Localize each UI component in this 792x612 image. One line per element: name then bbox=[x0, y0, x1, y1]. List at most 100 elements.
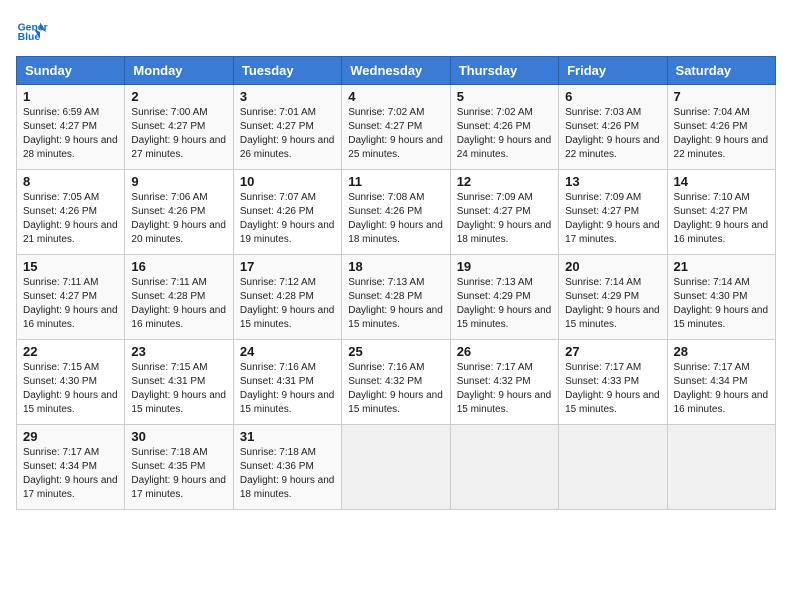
calendar-cell: 19 Sunrise: 7:13 AMSunset: 4:29 PMDayligh… bbox=[450, 255, 558, 340]
day-info: Sunrise: 7:18 AMSunset: 4:36 PMDaylight:… bbox=[240, 446, 335, 502]
calendar-cell: 9 Sunrise: 7:06 AMSunset: 4:26 PMDaylight… bbox=[125, 170, 233, 255]
day-info: Sunrise: 7:00 AMSunset: 4:27 PMDaylight:… bbox=[131, 106, 226, 162]
day-number: 24 bbox=[240, 344, 335, 359]
calendar-cell: 20 Sunrise: 7:14 AMSunset: 4:29 PMDayligh… bbox=[559, 255, 667, 340]
calendar-cell: 17 Sunrise: 7:12 AMSunset: 4:28 PMDayligh… bbox=[233, 255, 341, 340]
day-info: Sunrise: 7:10 AMSunset: 4:27 PMDaylight:… bbox=[674, 191, 769, 247]
day-info: Sunrise: 7:16 AMSunset: 4:31 PMDaylight:… bbox=[240, 361, 335, 417]
calendar-cell: 28 Sunrise: 7:17 AMSunset: 4:34 PMDayligh… bbox=[667, 340, 775, 425]
header-cell-tuesday: Tuesday bbox=[233, 57, 341, 85]
calendar-cell: 15Sunrise: 7:11 AMSunset: 4:27 PMDayligh… bbox=[17, 255, 125, 340]
day-info: Sunrise: 7:18 AMSunset: 4:35 PMDaylight:… bbox=[131, 446, 226, 502]
calendar-cell: 26 Sunrise: 7:17 AMSunset: 4:32 PMDayligh… bbox=[450, 340, 558, 425]
calendar-week-4: 22 Sunrise: 7:15 AMSunset: 4:30 PMDayligh… bbox=[17, 340, 776, 425]
day-number: 6 bbox=[565, 89, 660, 104]
day-info: Sunrise: 7:15 AMSunset: 4:30 PMDaylight:… bbox=[23, 361, 118, 417]
calendar-cell: 8 Sunrise: 7:05 AMSunset: 4:26 PMDaylight… bbox=[17, 170, 125, 255]
day-info: Sunrise: 7:17 AMSunset: 4:34 PMDaylight:… bbox=[674, 361, 769, 417]
calendar-week-2: 8 Sunrise: 7:05 AMSunset: 4:26 PMDaylight… bbox=[17, 170, 776, 255]
day-info: Sunrise: 7:16 AMSunset: 4:32 PMDaylight:… bbox=[348, 361, 443, 417]
day-info: Sunrise: 7:14 AMSunset: 4:29 PMDaylight:… bbox=[565, 276, 660, 332]
calendar-cell bbox=[342, 425, 450, 510]
logo-icon: General Blue bbox=[16, 16, 48, 48]
day-number: 16 bbox=[131, 259, 226, 274]
calendar-week-1: 1Sunrise: 6:59 AMSunset: 4:27 PMDaylight… bbox=[17, 85, 776, 170]
day-number: 25 bbox=[348, 344, 443, 359]
calendar-cell: 5 Sunrise: 7:02 AMSunset: 4:26 PMDaylight… bbox=[450, 85, 558, 170]
day-number: 4 bbox=[348, 89, 443, 104]
calendar-cell: 3Sunrise: 7:01 AMSunset: 4:27 PMDaylight… bbox=[233, 85, 341, 170]
day-info: Sunrise: 7:17 AMSunset: 4:34 PMDaylight:… bbox=[23, 446, 118, 502]
day-info: Sunrise: 7:12 AMSunset: 4:28 PMDaylight:… bbox=[240, 276, 335, 332]
day-info: Sunrise: 7:14 AMSunset: 4:30 PMDaylight:… bbox=[674, 276, 769, 332]
day-info: Sunrise: 6:59 AMSunset: 4:27 PMDaylight:… bbox=[23, 106, 118, 162]
calendar-cell: 25 Sunrise: 7:16 AMSunset: 4:32 PMDayligh… bbox=[342, 340, 450, 425]
day-info: Sunrise: 7:13 AMSunset: 4:28 PMDaylight:… bbox=[348, 276, 443, 332]
calendar-cell bbox=[450, 425, 558, 510]
day-info: Sunrise: 7:06 AMSunset: 4:26 PMDaylight:… bbox=[131, 191, 226, 247]
day-info: Sunrise: 7:09 AMSunset: 4:27 PMDaylight:… bbox=[457, 191, 552, 247]
day-info: Sunrise: 7:08 AMSunset: 4:26 PMDaylight:… bbox=[348, 191, 443, 247]
day-info: Sunrise: 7:13 AMSunset: 4:29 PMDaylight:… bbox=[457, 276, 552, 332]
header-cell-sunday: Sunday bbox=[17, 57, 125, 85]
day-info: Sunrise: 7:02 AMSunset: 4:26 PMDaylight:… bbox=[457, 106, 552, 162]
calendar-cell: 18 Sunrise: 7:13 AMSunset: 4:28 PMDayligh… bbox=[342, 255, 450, 340]
day-number: 10 bbox=[240, 174, 335, 189]
header-cell-wednesday: Wednesday bbox=[342, 57, 450, 85]
calendar-header-row: SundayMondayTuesdayWednesdayThursdayFrid… bbox=[17, 57, 776, 85]
day-number: 17 bbox=[240, 259, 335, 274]
calendar-cell: 29 Sunrise: 7:17 AMSunset: 4:34 PMDayligh… bbox=[17, 425, 125, 510]
header-cell-thursday: Thursday bbox=[450, 57, 558, 85]
day-number: 30 bbox=[131, 429, 226, 444]
day-number: 21 bbox=[674, 259, 769, 274]
calendar-cell: 7Sunrise: 7:04 AMSunset: 4:26 PMDaylight… bbox=[667, 85, 775, 170]
calendar-cell: 11Sunrise: 7:08 AMSunset: 4:26 PMDayligh… bbox=[342, 170, 450, 255]
day-number: 27 bbox=[565, 344, 660, 359]
day-info: Sunrise: 7:09 AMSunset: 4:27 PMDaylight:… bbox=[565, 191, 660, 247]
day-number: 3 bbox=[240, 89, 335, 104]
calendar-cell bbox=[667, 425, 775, 510]
day-number: 14 bbox=[674, 174, 769, 189]
calendar-cell: 22 Sunrise: 7:15 AMSunset: 4:30 PMDayligh… bbox=[17, 340, 125, 425]
calendar-cell: 2Sunrise: 7:00 AMSunset: 4:27 PMDaylight… bbox=[125, 85, 233, 170]
day-info: Sunrise: 7:17 AMSunset: 4:33 PMDaylight:… bbox=[565, 361, 660, 417]
day-number: 20 bbox=[565, 259, 660, 274]
calendar-cell: 14 Sunrise: 7:10 AMSunset: 4:27 PMDayligh… bbox=[667, 170, 775, 255]
calendar-cell: 16 Sunrise: 7:11 AMSunset: 4:28 PMDayligh… bbox=[125, 255, 233, 340]
day-info: Sunrise: 7:05 AMSunset: 4:26 PMDaylight:… bbox=[23, 191, 118, 247]
day-number: 23 bbox=[131, 344, 226, 359]
day-number: 9 bbox=[131, 174, 226, 189]
day-number: 12 bbox=[457, 174, 552, 189]
day-number: 5 bbox=[457, 89, 552, 104]
calendar-week-3: 15Sunrise: 7:11 AMSunset: 4:27 PMDayligh… bbox=[17, 255, 776, 340]
calendar-cell: 6Sunrise: 7:03 AMSunset: 4:26 PMDaylight… bbox=[559, 85, 667, 170]
day-info: Sunrise: 7:15 AMSunset: 4:31 PMDaylight:… bbox=[131, 361, 226, 417]
calendar-cell: 10 Sunrise: 7:07 AMSunset: 4:26 PMDayligh… bbox=[233, 170, 341, 255]
calendar-cell: 1Sunrise: 6:59 AMSunset: 4:27 PMDaylight… bbox=[17, 85, 125, 170]
day-number: 8 bbox=[23, 174, 118, 189]
header-cell-saturday: Saturday bbox=[667, 57, 775, 85]
day-info: Sunrise: 7:17 AMSunset: 4:32 PMDaylight:… bbox=[457, 361, 552, 417]
day-number: 22 bbox=[23, 344, 118, 359]
day-info: Sunrise: 7:11 AMSunset: 4:28 PMDaylight:… bbox=[131, 276, 226, 332]
header-cell-monday: Monday bbox=[125, 57, 233, 85]
calendar-cell: 24 Sunrise: 7:16 AMSunset: 4:31 PMDayligh… bbox=[233, 340, 341, 425]
calendar-cell: 12 Sunrise: 7:09 AMSunset: 4:27 PMDayligh… bbox=[450, 170, 558, 255]
header-cell-friday: Friday bbox=[559, 57, 667, 85]
calendar-cell bbox=[559, 425, 667, 510]
logo: General Blue bbox=[16, 16, 48, 48]
day-number: 26 bbox=[457, 344, 552, 359]
calendar-cell: 27 Sunrise: 7:17 AMSunset: 4:33 PMDayligh… bbox=[559, 340, 667, 425]
calendar-cell: 4 Sunrise: 7:02 AMSunset: 4:27 PMDaylight… bbox=[342, 85, 450, 170]
day-number: 28 bbox=[674, 344, 769, 359]
day-number: 19 bbox=[457, 259, 552, 274]
calendar-cell: 21 Sunrise: 7:14 AMSunset: 4:30 PMDayligh… bbox=[667, 255, 775, 340]
day-number: 13 bbox=[565, 174, 660, 189]
day-number: 18 bbox=[348, 259, 443, 274]
day-info: Sunrise: 7:07 AMSunset: 4:26 PMDaylight:… bbox=[240, 191, 335, 247]
calendar-cell: 31Sunrise: 7:18 AMSunset: 4:36 PMDayligh… bbox=[233, 425, 341, 510]
day-number: 29 bbox=[23, 429, 118, 444]
day-info: Sunrise: 7:11 AMSunset: 4:27 PMDaylight:… bbox=[23, 276, 118, 332]
header: General Blue bbox=[16, 16, 776, 48]
day-info: Sunrise: 7:02 AMSunset: 4:27 PMDaylight:… bbox=[348, 106, 443, 162]
